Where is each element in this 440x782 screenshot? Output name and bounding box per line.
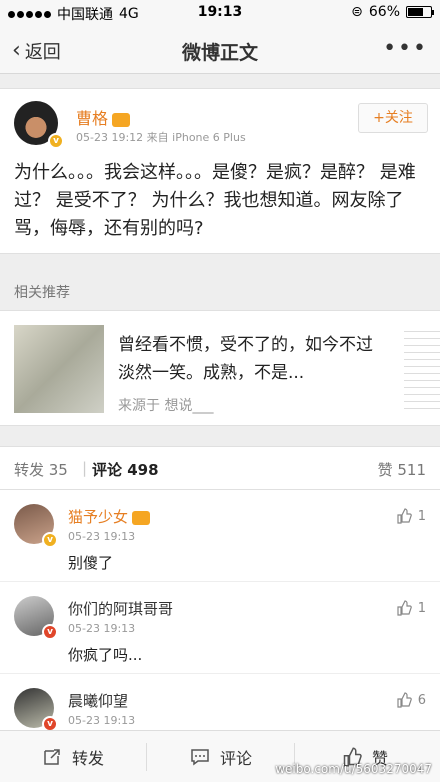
comment-like-button[interactable]: 1 [396, 600, 426, 616]
watermark: weibo.com/u/5603270047 [275, 762, 432, 776]
comment-item: v 你们的阿琪哥哥 05-23 19:13 你疯了吗... 1 [0, 582, 440, 674]
comment-item: v 猫予少女 05-23 19:13 别傻了 1 [0, 490, 440, 582]
comment-author[interactable]: 晨曦仰望 [68, 690, 128, 711]
verified-badge-icon: v [48, 133, 64, 149]
status-right: ⊜ 66% [351, 4, 434, 20]
repost-icon [44, 749, 60, 765]
comment-button[interactable]: 评论 [190, 745, 252, 769]
rotation-lock-icon: ⊜ [351, 4, 363, 20]
nav-bar: ‹ 返回 微博正文 ••• [0, 26, 440, 74]
comment-like-count: 1 [417, 508, 426, 524]
comment-icon [191, 749, 209, 766]
thumbs-up-icon [397, 600, 412, 616]
verified-badge-icon: v [42, 624, 58, 640]
status-bar: 中国联通 4G 19:13 ⊜ 66% [0, 0, 440, 26]
recommend-header: 相关推荐 [14, 285, 70, 301]
comment-label: 评论 [220, 749, 253, 768]
comment-time: 05-23 19:13 [68, 530, 136, 543]
verified-badge-icon: v [42, 716, 58, 730]
post-card: v 曹格 05-23 19:12 来自 iPhone 6 Plus +关注 为什… [0, 88, 440, 254]
repost-button[interactable]: 转发 [42, 745, 104, 769]
more-options-button[interactable]: ••• [383, 36, 428, 61]
verified-badge-icon: v [42, 532, 58, 548]
page-title: 微博正文 [181, 42, 258, 64]
thumbs-up-icon [397, 508, 412, 524]
tab-separator: | [82, 459, 88, 477]
comment-text: 别傻了 [68, 554, 114, 572]
comment-time: 05-23 19:13 [68, 714, 136, 727]
vip-crown-icon [132, 510, 151, 525]
vip-crown-icon [112, 112, 131, 127]
follow-button[interactable]: +关注 [358, 103, 428, 133]
author-name[interactable]: 曹格 [76, 105, 131, 129]
recommend-thumbnail [14, 325, 104, 413]
interaction-tabs: 转发 35 | 评论 498 赞 511 [0, 446, 440, 490]
comment-time: 05-23 19:13 [68, 622, 136, 635]
comment-like-button[interactable]: 1 [396, 508, 426, 524]
tab-comment[interactable]: 评论 498 [92, 459, 159, 480]
recommend-document-preview [404, 325, 440, 413]
post-source: 来自 iPhone 6 Plus [146, 131, 246, 144]
post-time: 05-23 19:12 [76, 131, 144, 144]
comment-like-count: 1 [417, 600, 426, 616]
comment-list: v 猫予少女 05-23 19:13 别傻了 1 v 你们的阿琪哥哥 05-23… [0, 490, 440, 730]
repost-label: 转发 [72, 749, 105, 768]
recommend-card[interactable]: 曾经看不惯，受不了的，如今不过淡然一笑。成熟，不是... 来源于 想说___ [0, 310, 440, 426]
divider [146, 743, 147, 771]
author-name-text: 曹格 [76, 109, 109, 128]
battery-percent: 66% [368, 4, 400, 20]
tab-repost[interactable]: 转发 35 [14, 459, 68, 480]
comment-author-text: 猫予少女 [68, 508, 129, 526]
comment-like-button[interactable]: 6 [396, 692, 426, 708]
comment-author[interactable]: 猫予少女 [68, 506, 151, 527]
comment-like-count: 6 [417, 692, 426, 708]
comment-author[interactable]: 你们的阿琪哥哥 [68, 598, 173, 619]
comment-text: 你疯了吗... [68, 646, 143, 664]
tab-like[interactable]: 赞 511 [378, 459, 426, 480]
comment-item: v 晨曦仰望 05-23 19:13 6 [0, 674, 440, 730]
post-text: 为什么。。。我会这样。。。是傻？是疯？是醉？ 是难过？ 是受不了？ 为什么？我也… [14, 162, 416, 239]
post-meta: 05-23 19:12 来自 iPhone 6 Plus [76, 129, 246, 145]
battery-icon [406, 6, 434, 18]
thumbs-up-icon [397, 692, 412, 708]
recommend-text: 曾经看不惯，受不了的，如今不过淡然一笑。成熟，不是... [118, 335, 373, 383]
recommend-source: 来源于 想说___ [118, 398, 214, 414]
